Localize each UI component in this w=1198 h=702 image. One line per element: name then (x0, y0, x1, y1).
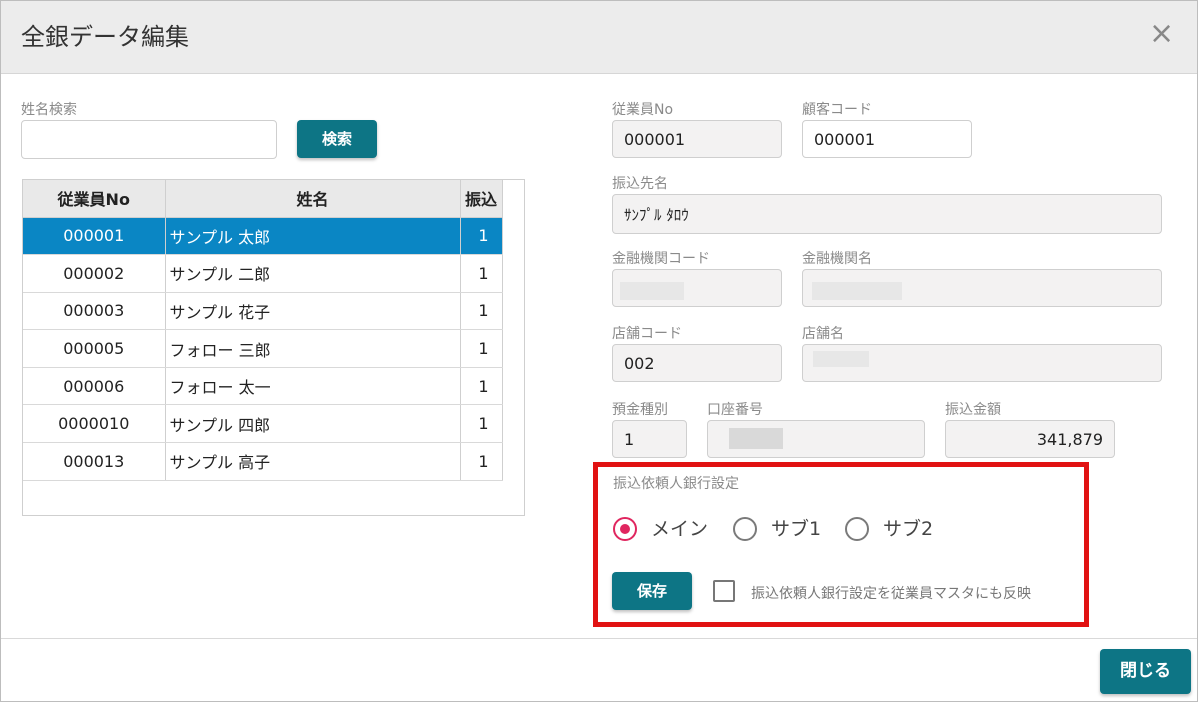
footer-divider (1, 638, 1197, 639)
table-row[interactable]: 000006 フォロー 太一 1 (23, 367, 503, 406)
cell-furikomi: 1 (460, 254, 503, 293)
redacted-branch-name (813, 351, 869, 367)
cell-employee-no: 000006 (23, 367, 166, 406)
cell-employee-no: 000001 (23, 217, 166, 256)
cell-furikomi: 1 (460, 292, 503, 331)
cell-furikomi: 1 (460, 217, 503, 256)
radio-main[interactable]: メイン (613, 517, 723, 541)
redacted-account-number (729, 428, 783, 449)
bank-data-edit-dialog: 全銀データ編集 × 姓名検索 検索 従業員No 姓名 振込 000001 サンプル… (0, 0, 1198, 702)
account-number-label: 口座番号 (707, 402, 763, 418)
payee-name-label: 振込先名 (612, 176, 668, 192)
cell-furikomi: 1 (460, 404, 503, 444)
redacted-bank-name (812, 282, 902, 300)
cell-name: フォロー 三郎 (165, 329, 461, 368)
cell-name: サンプル 太郎 (165, 217, 461, 256)
cell-employee-no: 0000010 (23, 404, 166, 444)
cell-employee-no: 000005 (23, 329, 166, 368)
cell-name: サンプル 四郎 (165, 404, 461, 444)
cell-employee-no: 000013 (23, 442, 166, 481)
employee-table: 従業員No 姓名 振込 000001 サンプル 太郎 1 000002 サンプル 二郎 1… (22, 179, 525, 516)
search-button[interactable]: 検索 (297, 120, 377, 158)
close-button[interactable]: 閉じる (1100, 649, 1191, 694)
reflect-to-master-label: 振込依頼人銀行設定を従業員マスタにも反映 (751, 586, 1031, 602)
customer-code-label: 顧客コード (802, 102, 872, 118)
name-search-input[interactable] (21, 120, 277, 159)
radio-unchecked-icon (845, 517, 869, 541)
redacted-bank-code (620, 282, 684, 300)
cell-furikomi: 1 (460, 442, 503, 481)
radio-main-label: メイン (651, 518, 709, 540)
cell-name: フォロー 太一 (165, 367, 461, 406)
radio-sub1-label: サブ1 (771, 518, 822, 540)
transfer-amount-field[interactable]: 341,879 (945, 420, 1115, 458)
employee-no-field[interactable]: 000001 (612, 120, 782, 158)
employee-table-grid: 従業員No 姓名 振込 000001 サンプル 太郎 1 000002 サンプル 二郎 1… (23, 180, 503, 481)
cell-furikomi: 1 (460, 367, 503, 406)
reflect-to-master-checkbox[interactable] (713, 580, 735, 602)
customer-code-field[interactable]: 000001 (802, 120, 972, 158)
column-header-furikomi[interactable]: 振込 (460, 180, 503, 218)
cell-name: サンプル 高子 (165, 442, 461, 481)
radio-unchecked-icon (733, 517, 757, 541)
cell-employee-no: 000002 (23, 254, 166, 293)
branch-code-field[interactable]: 002 (612, 344, 782, 382)
payee-name-field[interactable]: ｻﾝﾌﾟﾙ ﾀﾛｳ (612, 194, 1162, 234)
branch-code-label: 店舗コード (612, 326, 682, 342)
deposit-type-field[interactable]: 1 (612, 420, 687, 458)
cell-furikomi: 1 (460, 329, 503, 368)
save-button[interactable]: 保存 (612, 572, 692, 610)
column-header-name[interactable]: 姓名 (165, 180, 461, 218)
requester-settings-label: 振込依頼人銀行設定 (613, 476, 739, 492)
close-icon[interactable]: × (1149, 19, 1174, 49)
cell-name: サンプル 花子 (165, 292, 461, 331)
table-row[interactable]: 000002 サンプル 二郎 1 (23, 254, 503, 293)
table-row[interactable]: 000005 フォロー 三郎 1 (23, 329, 503, 368)
cell-employee-no: 000003 (23, 292, 166, 331)
dialog-title: 全銀データ編集 (21, 23, 189, 51)
radio-sub2-label: サブ2 (883, 518, 934, 540)
branch-name-label: 店舗名 (802, 326, 844, 342)
table-row[interactable]: 000013 サンプル 高子 1 (23, 442, 503, 481)
table-row[interactable]: 0000010 サンプル 四郎 1 (23, 404, 503, 444)
table-row[interactable]: 000001 サンプル 太郎 1 (23, 217, 503, 256)
cell-name: サンプル 二郎 (165, 254, 461, 293)
transfer-amount-label: 振込金額 (945, 402, 1001, 418)
table-row[interactable]: 000003 サンプル 花子 1 (23, 292, 503, 331)
radio-sub1[interactable]: サブ1 (733, 517, 833, 541)
employee-no-label: 従業員No (612, 102, 674, 118)
deposit-type-label: 預金種別 (612, 402, 668, 418)
bank-code-label: 金融機関コード (612, 251, 710, 267)
radio-checked-icon (613, 517, 637, 541)
radio-sub2[interactable]: サブ2 (845, 517, 945, 541)
table-header-row: 従業員No 姓名 振込 (23, 180, 503, 218)
name-search-label: 姓名検索 (21, 102, 77, 118)
dialog-header: 全銀データ編集 × (1, 1, 1197, 74)
column-header-employee-no[interactable]: 従業員No (23, 180, 166, 218)
bank-name-label: 金融機関名 (802, 251, 872, 267)
